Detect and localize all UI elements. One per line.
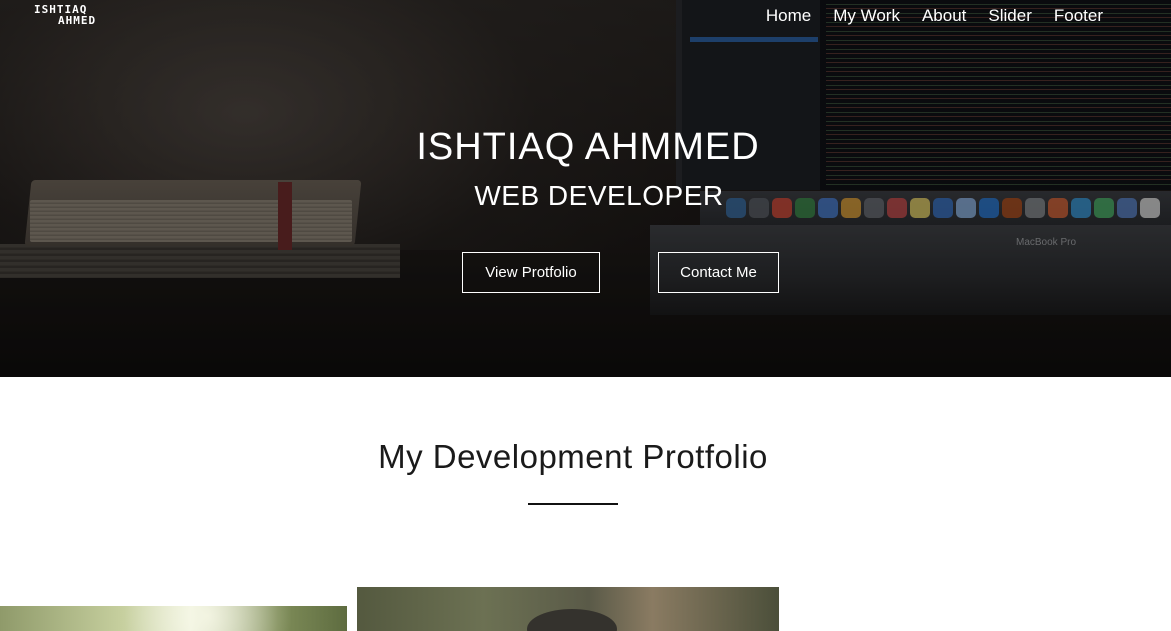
site-logo[interactable]: ISHTIAQ AHMED [34,4,96,26]
title-underline [528,503,618,505]
nav-slider-link[interactable]: Slider [988,6,1031,26]
portfolio-section-title: My Development Protfolio [378,438,768,475]
contact-me-button[interactable]: Contact Me [658,252,779,293]
nav-about-link[interactable]: About [922,6,966,26]
nav-home-link[interactable]: Home [766,6,811,26]
logo-line-2: AHMED [58,14,97,27]
nav-footer-link[interactable]: Footer [1054,6,1103,26]
hero-section: MacBook Pro ISHTIAQ AHMED Home My Work A… [0,0,1171,377]
main-nav: Home My Work About Slider Footer [766,6,1103,26]
hero-title: ISHTIAQ AHMMED [416,126,760,168]
hero-subtitle: WEB DEVELOPER [474,180,724,211]
view-portfolio-button[interactable]: View Protfolio [462,252,600,293]
portfolio-thumbnail[interactable] [357,587,779,631]
nav-my-work-link[interactable]: My Work [833,6,900,26]
portfolio-thumbnail[interactable] [0,606,347,631]
